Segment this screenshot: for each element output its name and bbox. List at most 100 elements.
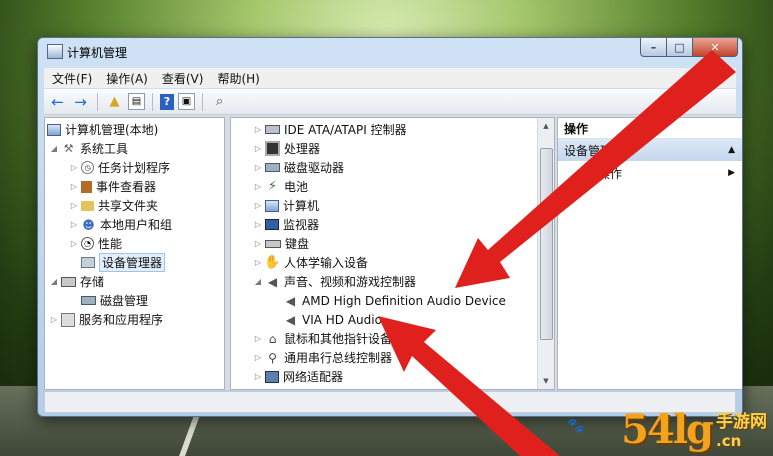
collapse-arrow-icon[interactable]: ◢ xyxy=(49,144,59,153)
device-manager-icon xyxy=(81,257,95,268)
expand-arrow-icon[interactable]: ▷ xyxy=(253,220,263,229)
close-button[interactable]: ✕ xyxy=(692,38,738,57)
clock-icon: ◷ xyxy=(81,161,94,174)
up-folder-icon[interactable]: ▲ xyxy=(105,92,124,111)
device-tree-scrollbar[interactable]: ▲ ▼ xyxy=(537,118,554,389)
tree-item-performance[interactable]: ▷ ◔ 性能 xyxy=(69,234,122,253)
device-category-processor[interactable]: ▷ 处理器 xyxy=(253,139,320,158)
device-label: 监视器 xyxy=(283,218,320,232)
device-category-sound[interactable]: ◢ ◀ 声音、视频和游戏控制器 xyxy=(253,272,416,291)
tree-item-label: 磁盘管理 xyxy=(100,294,149,308)
expand-arrow-icon[interactable]: ▷ xyxy=(253,144,263,153)
scroll-up-arrow-icon[interactable]: ▲ xyxy=(538,118,554,134)
collapse-arrow-icon[interactable]: ◢ xyxy=(253,277,263,286)
network-icon xyxy=(265,370,279,383)
help-icon[interactable]: ? xyxy=(160,93,174,110)
device-category-hid[interactable]: ▷ ✋ 人体学输入设备 xyxy=(253,253,368,272)
device-category-keyboards[interactable]: ▷ 键盘 xyxy=(253,234,309,253)
actions-pane: 操作 设备管理 ▲ 操作 ▶ xyxy=(557,117,742,390)
content-area: 计算机管理(本地) ◢ ⚒ 系统工具 ▷ ◷ 任务计划程序 ▷ 事件查看器 ▷ … xyxy=(44,115,742,390)
tree-item-shared-folders[interactable]: ▷ 共享文件夹 xyxy=(69,196,158,215)
toolbar-separator xyxy=(152,92,153,111)
expand-arrow-icon[interactable]: ▷ xyxy=(253,201,263,210)
device-tree: ▷ IDE ATA/ATAPI 控制器 ▷ 处理器 ▷ 磁盘驱动器 ▷ ⚡ 电池… xyxy=(230,117,555,390)
more-actions-item[interactable]: 操作 ▶ xyxy=(558,163,742,183)
toolbar-separator xyxy=(202,92,203,111)
toolbar-separator xyxy=(97,92,98,111)
forward-arrow-icon[interactable]: → xyxy=(71,92,90,111)
watermark-number: 54lg xyxy=(621,406,714,453)
device-category-ide[interactable]: ▷ IDE ATA/ATAPI 控制器 xyxy=(253,120,407,139)
expand-arrow-icon[interactable]: ▷ xyxy=(49,315,59,324)
collapse-arrow-icon[interactable]: ◢ xyxy=(49,277,59,286)
device-category-battery[interactable]: ▷ ⚡ 电池 xyxy=(253,177,308,196)
expand-arrow-icon[interactable]: ▷ xyxy=(253,239,263,248)
speaker-icon: ◀ xyxy=(285,312,296,327)
expand-arrow-icon[interactable]: ▷ xyxy=(69,239,79,248)
expand-arrow-icon[interactable]: ▷ xyxy=(253,334,263,343)
device-via-hd-audio[interactable]: ◀ VIA HD Audio xyxy=(283,310,382,329)
expand-arrow-icon[interactable]: ▷ xyxy=(253,353,263,362)
tree-item-system-tools[interactable]: ◢ ⚒ 系统工具 xyxy=(49,139,128,158)
menu-file[interactable]: 文件(F) xyxy=(52,70,92,87)
expand-arrow-icon[interactable]: ▷ xyxy=(253,182,263,191)
disk-drive-icon xyxy=(265,163,280,172)
menu-action[interactable]: 操作(A) xyxy=(106,70,148,87)
show-hide-tree-icon[interactable]: ▤ xyxy=(128,93,145,110)
minimize-button[interactable]: – xyxy=(640,38,667,57)
tree-item-local-users-groups[interactable]: ▷ ☻ 本地用户和组 xyxy=(69,215,172,234)
tree-item-computer-management[interactable]: 计算机管理(本地) xyxy=(47,120,158,139)
tree-item-label: 事件查看器 xyxy=(96,180,157,194)
device-category-computer[interactable]: ▷ 计算机 xyxy=(253,196,319,215)
scroll-down-arrow-icon[interactable]: ▼ xyxy=(538,373,554,389)
title-bar[interactable]: 计算机管理 – □ ✕ xyxy=(38,38,742,65)
tree-item-label: 系统工具 xyxy=(80,142,129,156)
expand-arrow-icon[interactable]: ▷ xyxy=(69,220,79,229)
battery-icon: ⚡ xyxy=(267,179,278,194)
device-label: 网络适配器 xyxy=(283,370,344,384)
storage-icon xyxy=(61,276,76,287)
tree-item-disk-management[interactable]: 磁盘管理 xyxy=(81,291,148,310)
tree-item-label: 存储 xyxy=(80,275,105,289)
menu-help[interactable]: 帮助(H) xyxy=(217,70,259,87)
watermark-site-name: 手游网 xyxy=(716,412,767,432)
device-label: 处理器 xyxy=(284,142,321,156)
expand-arrow-icon[interactable]: ▷ xyxy=(253,258,263,267)
tree-item-storage[interactable]: ◢ 存储 xyxy=(49,272,104,291)
device-label: IDE ATA/ATAPI 控制器 xyxy=(284,123,407,137)
tree-item-label: 计算机管理(本地) xyxy=(65,123,159,137)
actions-group-device-manager[interactable]: 设备管理 ▲ xyxy=(558,139,742,161)
expand-arrow-icon[interactable]: ▷ xyxy=(253,372,263,381)
tree-item-services-applications[interactable]: ▷ 服务和应用程序 xyxy=(49,310,163,329)
device-label: 键盘 xyxy=(285,237,310,251)
collapse-caret-icon[interactable]: ▲ xyxy=(728,145,735,155)
device-amd-hd-audio[interactable]: ◀ AMD High Definition Audio Device xyxy=(283,291,506,310)
device-category-mice[interactable]: ▷ ⌂ 鼠标和其他指针设备 xyxy=(253,329,392,348)
device-label: 鼠标和其他指针设备 xyxy=(284,332,393,346)
hid-icon: ✋ xyxy=(264,255,281,270)
expand-arrow-icon[interactable]: ▷ xyxy=(253,125,263,134)
back-arrow-icon[interactable]: ← xyxy=(48,92,67,111)
tree-item-event-viewer[interactable]: ▷ 事件查看器 xyxy=(69,177,156,196)
device-category-disk-drives[interactable]: ▷ 磁盘驱动器 xyxy=(253,158,344,177)
device-category-monitors[interactable]: ▷ 监视器 xyxy=(253,215,319,234)
properties-icon[interactable]: ▣ xyxy=(178,93,195,110)
device-category-usb[interactable]: ▷ ⚲ 通用串行总线控制器 xyxy=(253,348,392,367)
device-label: 通用串行总线控制器 xyxy=(284,351,393,365)
toolbar: ← → ▲ ▤ ? ▣ ⌕ xyxy=(44,89,736,115)
menu-view[interactable]: 查看(V) xyxy=(162,70,204,87)
computer-management-window: 计算机管理 – □ ✕ 文件(F) 操作(A) 查看(V) 帮助(H) ← → … xyxy=(37,37,743,417)
actions-group-label: 设备管理 xyxy=(564,143,613,158)
scroll-thumb[interactable] xyxy=(540,148,553,340)
tree-item-device-manager[interactable]: 设备管理器 xyxy=(81,253,166,272)
expand-arrow-icon[interactable]: ▷ xyxy=(69,182,79,191)
tree-item-task-scheduler[interactable]: ▷ ◷ 任务计划程序 xyxy=(69,158,170,177)
expand-arrow-icon[interactable]: ▷ xyxy=(69,163,79,172)
tree-item-label: 任务计划程序 xyxy=(98,161,171,175)
maximize-button[interactable]: □ xyxy=(666,38,693,57)
speaker-icon: ◀ xyxy=(285,293,296,308)
device-category-network[interactable]: ▷ 网络适配器 xyxy=(253,367,343,386)
expand-arrow-icon[interactable]: ▷ xyxy=(69,201,79,210)
scan-hardware-icon[interactable]: ⌕ xyxy=(210,92,229,111)
expand-arrow-icon[interactable]: ▷ xyxy=(253,163,263,172)
